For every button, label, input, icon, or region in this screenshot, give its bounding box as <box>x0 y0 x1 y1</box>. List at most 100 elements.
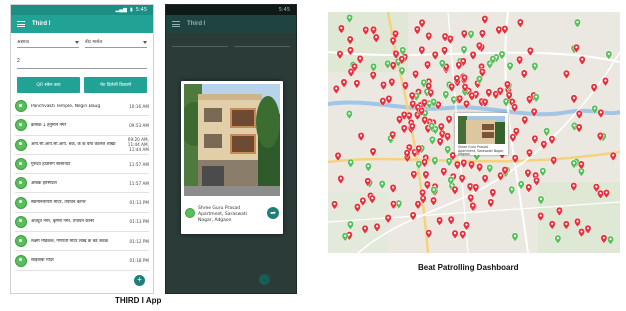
map-marker-dot <box>432 188 435 191</box>
map-marker-dot <box>508 64 512 67</box>
map-marker-dot <box>367 164 370 168</box>
map-marker-dot <box>420 109 423 112</box>
map-marker-dot <box>420 48 423 51</box>
location-dropdown[interactable]: अडगाव <box>17 39 79 48</box>
map-marker-dot <box>489 200 492 204</box>
map-marker-dot <box>520 182 523 185</box>
beat-dropdown-value: बीट मार्शल <box>85 40 103 45</box>
map-popup-caption: Shree Guru Prasad Apartment, Saraswati N… <box>458 145 505 156</box>
list-item[interactable]: अंबिके हॉस्पिटल 11:57 AM <box>15 174 149 194</box>
filters: अडगाव बीट मार्शल <box>11 33 153 50</box>
list-item[interactable]: गुरुदेव हाउसिंग सोसायटी 11:57 AM <box>15 155 149 175</box>
map-location-popup[interactable]: Shree Guru Prasad Apartment, Saraswati N… <box>455 113 508 156</box>
map-marker-dot <box>518 58 521 61</box>
add-button[interactable]: + <box>134 275 145 286</box>
map-marker-dot <box>488 62 491 65</box>
map-marker-dot <box>483 17 486 20</box>
map-marker-dot <box>426 62 429 66</box>
map-marker-dot <box>491 57 494 60</box>
signal-icon: ▂▄▆ <box>115 7 127 13</box>
list-item[interactable]: Panchvakti Temple, Nilgiri Baug 10:16 AM <box>15 97 149 117</box>
map-marker-dot <box>504 100 508 103</box>
map-marker-dot <box>572 96 576 99</box>
list-item-name: साईबाबा मंदिर <box>31 258 54 264</box>
map-marker-dot <box>565 72 568 75</box>
map-marker-dot <box>447 117 451 120</box>
map-marker-dot <box>503 27 506 30</box>
map-marker-dot <box>441 132 444 135</box>
map-marker-dot <box>575 46 578 49</box>
list-item-name: आय.सी.आय.सी.आय. बँक, के के वाघ कॉलेज शाख… <box>31 142 116 148</box>
map-marker-dot <box>349 161 352 164</box>
map-marker-dot <box>400 69 404 72</box>
map-marker-dot <box>439 139 442 143</box>
map-marker-dot <box>499 89 502 92</box>
map-marker-dot <box>428 102 431 105</box>
map-marker-dot <box>431 138 434 141</box>
list-item[interactable]: साईबाबा मंदिर 01:18 PM <box>15 251 149 271</box>
map-marker-dot <box>470 162 473 166</box>
map-marker-dot <box>427 231 430 234</box>
list-item[interactable]: आय.सी.आय.सी.आय. बँक, के के वाघ कॉलेज शाख… <box>15 136 149 155</box>
menu-icon[interactable] <box>17 21 25 27</box>
map-marker-dot <box>371 149 375 153</box>
beat-dropdown[interactable]: बीट मार्शल <box>85 39 147 48</box>
map-marker-dot <box>381 99 384 102</box>
directions-icon[interactable]: ➦ <box>267 207 279 219</box>
location-popup[interactable]: Shree Guru Prasad Apartment, Saraswati N… <box>181 81 283 234</box>
list-item[interactable]: स्वामीनारायण मंदिर, तपोवन कॉर्नर 01:13 PM <box>15 193 149 213</box>
map-marker-dot <box>406 151 409 154</box>
map-marker-dot <box>429 91 432 94</box>
map-marker-dot <box>519 20 522 24</box>
map-marker-dot <box>469 32 473 35</box>
map-marker-dot <box>403 113 406 116</box>
map-marker-dot <box>372 28 375 31</box>
map-marker-dot <box>426 182 429 186</box>
map-marker-dot <box>423 118 426 121</box>
map-marker-dot <box>612 154 615 157</box>
map-marker-dot <box>462 47 466 50</box>
map-marker-dot <box>599 192 602 195</box>
list-item-name: क्रमांक 1 हनुमान नगर <box>31 122 67 128</box>
map-marker-dot <box>578 125 581 129</box>
map-marker-dot <box>344 234 347 237</box>
map-marker-dot <box>359 57 362 60</box>
map-marker-dot <box>605 191 608 194</box>
visited-places-button[interactable]: भेट दिलेली ठिकाणे <box>84 77 147 93</box>
map-marker-dot <box>452 98 455 101</box>
map-marker-dot <box>349 70 353 73</box>
map-marker-dot <box>463 85 467 88</box>
map-marker-dot <box>510 188 513 191</box>
map-marker-dot <box>421 191 424 194</box>
list-item-name: लक्ष्मी मेडिकल, गणपती मंदिर लाख के बर्ड … <box>31 238 108 244</box>
map-marker-dot <box>398 117 401 120</box>
map-marker-dot <box>387 216 390 219</box>
list-item[interactable]: लक्ष्मी मेडिकल, गणपती मंदिर लाख के बर्ड … <box>15 232 149 252</box>
map-marker-dot <box>604 79 607 82</box>
map-marker-dot <box>497 28 501 31</box>
list-item[interactable]: क्रमांक 1 हनुमान नगर 09:53 AM <box>15 116 149 136</box>
qr-scan-button[interactable]: QR स्कॅन करा <box>17 77 80 93</box>
map-marker-dot <box>411 124 414 128</box>
map-marker-dot <box>437 103 440 106</box>
map-marker-dot <box>353 65 356 68</box>
map-marker-dot <box>478 165 481 168</box>
map-marker-dot <box>363 227 367 230</box>
map-marker-dot <box>586 227 590 230</box>
search-input[interactable]: 2 <box>17 58 147 69</box>
map-marker-dot <box>423 100 426 104</box>
list-item[interactable]: अवधूत नगर, कृष्णा नगर, तपोवन कॉर्नर 01:13… <box>15 213 149 233</box>
map-marker-dot <box>390 80 393 83</box>
map-marker-dot <box>424 172 428 176</box>
map-marker-dot <box>438 218 441 222</box>
map-marker-dot <box>471 53 475 56</box>
map-marker-dot <box>455 76 458 80</box>
map-marker-dot <box>381 182 384 185</box>
location-pin-icon <box>15 158 27 171</box>
map-marker-dot <box>387 97 391 100</box>
map-marker-dot <box>359 134 363 137</box>
map-marker-dot <box>391 186 395 189</box>
map-marker-dot <box>446 134 449 137</box>
beat-patrolling-map[interactable]: Shree Guru Prasad Apartment, Saraswati N… <box>328 12 620 253</box>
map-marker-dot <box>465 102 468 105</box>
